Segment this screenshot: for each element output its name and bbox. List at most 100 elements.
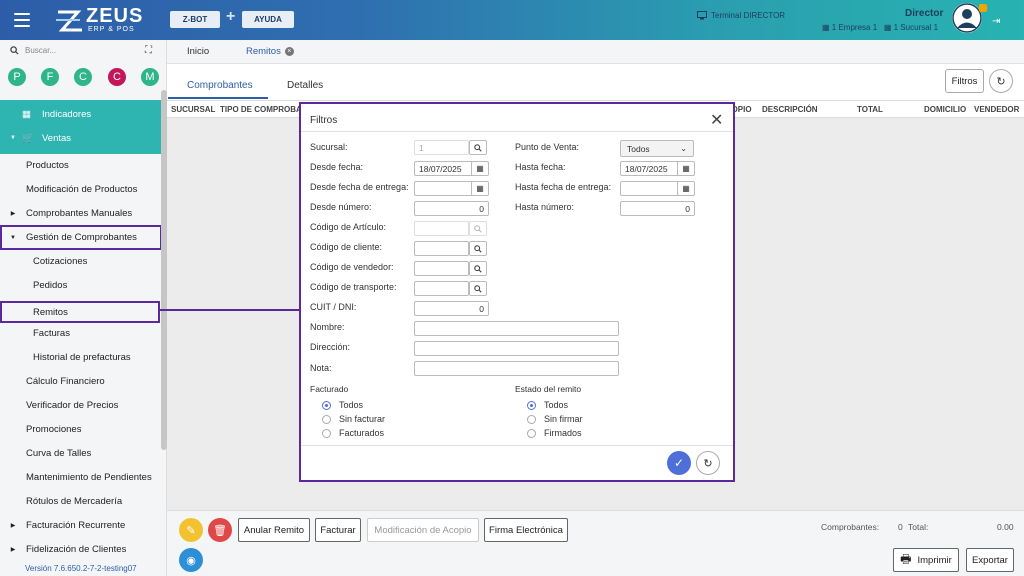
quick-button-c[interactable]: C <box>74 68 92 86</box>
facturado-sin-facturar-radio[interactable]: Sin facturar <box>322 414 385 424</box>
sidebar-item-gestion-comprobantes[interactable]: ▼ Gestión de Comprobantes <box>0 225 162 250</box>
estado-sin-firmar-radio[interactable]: Sin firmar <box>527 414 583 424</box>
tab-remitos[interactable]: Remitos × <box>246 46 294 57</box>
column-header[interactable]: DESCRIPCIÓN <box>762 105 818 114</box>
nota-input[interactable] <box>414 361 619 376</box>
estado-todos-radio[interactable]: Todos <box>527 400 568 410</box>
sidebar-item-remitos[interactable]: Remitos <box>0 301 160 323</box>
user-name: Director <box>905 8 944 19</box>
view-button[interactable]: ◉ <box>179 548 203 572</box>
subtab-comprobantes[interactable]: Comprobantes <box>187 80 253 91</box>
anular-remito-button[interactable]: Anular Remito <box>238 518 310 542</box>
sidebar-item-promociones[interactable]: Promociones <box>0 417 162 441</box>
desde-numero-input[interactable]: 0 <box>414 201 489 216</box>
calendar-icon[interactable]: ▦ <box>677 161 695 176</box>
quick-button-f[interactable]: F <box>41 68 59 86</box>
ayuda-button[interactable]: AYUDA <box>242 11 294 28</box>
desde-fecha-entrega-input[interactable] <box>414 181 474 196</box>
facturar-button[interactable]: Facturar <box>315 518 361 542</box>
codigo-transporte-search-button[interactable] <box>469 281 487 296</box>
sidebar-item-modificacion-productos[interactable]: Modificación de Productos <box>0 177 162 201</box>
refresh-button[interactable]: ↻ <box>989 69 1013 93</box>
tab-label: Remitos <box>246 46 281 57</box>
direccion-input[interactable] <box>414 341 619 356</box>
sidebar-item-productos[interactable]: Productos <box>0 153 162 177</box>
radio-checked-icon <box>322 400 331 410</box>
modificacion-acopio-button[interactable]: Modificación de Acopio <box>367 518 479 542</box>
close-icon[interactable]: × <box>284 47 294 56</box>
firma-electronica-button[interactable]: Firma Electrónica <box>484 518 568 542</box>
column-header[interactable]: DOMICILIO <box>924 105 966 114</box>
column-header[interactable]: SUCURSAL <box>171 105 215 114</box>
nombre-input[interactable] <box>414 321 619 336</box>
radio-label: Todos <box>339 400 364 410</box>
quick-button-m[interactable]: M <box>141 68 159 86</box>
sidebar-item-label: Cálculo Financiero <box>26 375 105 387</box>
sidebar-item-rotulos-mercaderia[interactable]: Rótulos de Mercadería <box>0 489 162 513</box>
company-info: ▦ 1 Empresa 1 ▦ 1 Sucursal 1 <box>822 23 938 32</box>
calendar-icon[interactable]: ▦ <box>677 181 695 196</box>
logout-icon[interactable]: ⇥ <box>992 16 1000 27</box>
sidebar-item-fidelizacion-clientes[interactable]: ▶ Fidelización de Clientes <box>0 537 162 561</box>
sidebar-item-historial-prefacturas[interactable]: Historial de prefacturas <box>0 345 162 369</box>
tab-bar: Inicio Remitos × <box>167 40 1024 64</box>
delete-button[interactable]: 🗑 <box>208 518 232 542</box>
imprimir-button[interactable]: 🖶 Imprimir <box>893 548 959 572</box>
quick-button-p[interactable]: P <box>8 68 26 86</box>
filtros-button[interactable]: Filtros <box>945 69 984 93</box>
expand-icon[interactable]: ⛶ <box>145 45 152 56</box>
codigo-articulo-search-button[interactable] <box>469 221 487 236</box>
sidebar-item-facturacion-recurrente[interactable]: ▶ Facturación Recurrente <box>0 513 162 537</box>
sidebar-item-ventas[interactable]: ▼ 🛒 Ventas <box>0 126 162 150</box>
sidebar-item-indicadores[interactable]: ▦ Indicadores <box>0 102 162 126</box>
codigo-transporte-input[interactable] <box>414 281 469 296</box>
subtab-detalles[interactable]: Detalles <box>287 80 323 91</box>
radio-unchecked-icon <box>322 428 331 438</box>
hasta-numero-input[interactable]: 0 <box>620 201 695 216</box>
codigo-cliente-search-button[interactable] <box>469 241 487 256</box>
sidebar-search[interactable]: Buscar... <box>10 46 158 55</box>
punto-venta-select[interactable]: Todos ⌄ <box>620 140 694 157</box>
sidebar-item-verificador-precios[interactable]: Verificador de Precios <box>0 393 162 417</box>
codigo-articulo-input[interactable] <box>414 221 469 236</box>
lock-badge-icon <box>979 4 987 12</box>
zbot-button[interactable]: Z-BOT <box>170 11 220 28</box>
chevron-down-icon: ⌄ <box>680 144 687 153</box>
caret-right-icon: ▶ <box>10 546 16 553</box>
sidebar-item-comprobantes-manuales[interactable]: ▶ Comprobantes Manuales <box>0 201 162 225</box>
sucursal-input[interactable]: 1 <box>414 140 469 155</box>
calendar-icon[interactable]: ▦ <box>471 161 489 176</box>
edit-button[interactable]: ✎ <box>179 518 203 542</box>
reset-button[interactable]: ↻ <box>696 451 720 475</box>
column-header[interactable]: VENDEDOR <box>974 105 1019 114</box>
exportar-button[interactable]: Exportar <box>966 548 1014 572</box>
sidebar-item-pedidos[interactable]: Pedidos <box>0 273 162 297</box>
facturado-todos-radio[interactable]: Todos <box>322 400 363 410</box>
sucursal-search-button[interactable] <box>469 140 487 155</box>
estado-firmados-radio[interactable]: Firmados <box>527 428 582 438</box>
cuit-input[interactable]: 0 <box>414 301 489 316</box>
sidebar-item-mantenimiento-pendientes[interactable]: Mantenimiento de Pendientes <box>0 465 162 489</box>
codigo-vendedor-search-button[interactable] <box>469 261 487 276</box>
quick-button-c2[interactable]: C <box>108 68 126 86</box>
column-header[interactable]: TOTAL <box>857 105 883 114</box>
close-icon[interactable]: ✕ <box>710 110 723 130</box>
codigo-vendedor-input[interactable] <box>414 261 469 276</box>
facturado-facturados-radio[interactable]: Facturados <box>322 428 384 438</box>
tab-inicio[interactable]: Inicio <box>187 46 209 57</box>
hasta-fecha-entrega-input[interactable] <box>620 181 680 196</box>
calendar-icon[interactable]: ▦ <box>471 181 489 196</box>
column-header[interactable]: TIPO DE COMPROBA <box>220 105 302 114</box>
sidebar-item-curva-talles[interactable]: Curva de Talles <box>0 441 162 465</box>
hasta-fecha-input[interactable]: 18/07/2025 <box>620 161 680 176</box>
confirm-button[interactable]: ✓ <box>667 451 691 475</box>
menu-icon[interactable] <box>14 13 30 27</box>
codigo-cliente-input[interactable] <box>414 241 469 256</box>
sidebar-item-facturas[interactable]: Facturas <box>0 321 162 345</box>
punto-venta-label: Punto de Venta: <box>515 142 580 152</box>
sidebar-item-calculo-financiero[interactable]: Cálculo Financiero <box>0 369 162 393</box>
user-avatar[interactable] <box>952 3 982 33</box>
printer-icon: 🖶 <box>900 551 912 566</box>
desde-fecha-input[interactable]: 18/07/2025 <box>414 161 474 176</box>
sidebar-item-cotizaciones[interactable]: Cotizaciones <box>0 249 162 273</box>
